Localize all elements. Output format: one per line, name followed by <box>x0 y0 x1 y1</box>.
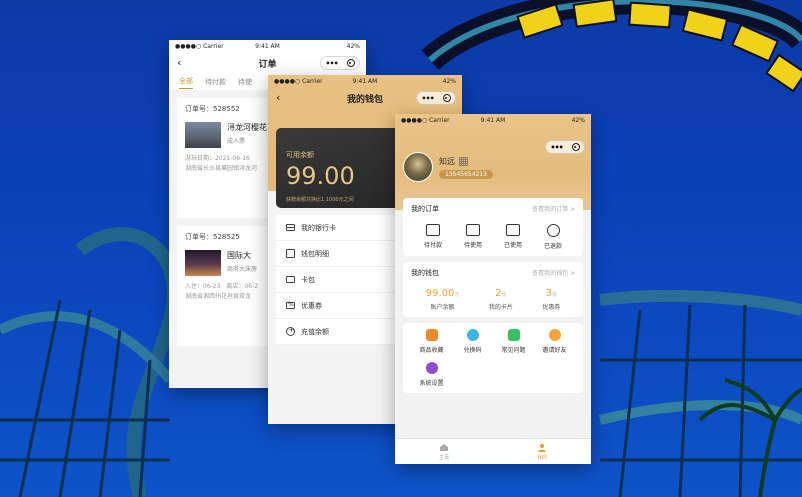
my-wallet-section: 我的钱包 查看我的钱包 > 99.00元 账户余额 2张 我的卡片 3张 优惠券 <box>403 262 583 317</box>
user-name-row: 知远 <box>439 156 468 167</box>
view-orders-link[interactable]: 查看我的订单 > <box>532 204 575 214</box>
stat-label: 账户余额 <box>430 304 455 311</box>
mini-program-capsule[interactable]: ••• <box>545 140 585 154</box>
order-state-refunded[interactable]: 已退款 <box>535 224 571 250</box>
product-type: 商务大床房 <box>227 266 258 273</box>
bank-card-icon <box>286 224 295 231</box>
bag-icon <box>425 329 438 341</box>
stat-cards[interactable]: 2张 我的卡片 <box>489 288 513 311</box>
stat-balance[interactable]: 99.00元账户余额 <box>426 288 460 311</box>
status-bar: ●●●●○ Carrier 9:41 AM 42% <box>169 40 366 52</box>
state-label: 已使用 <box>503 242 522 249</box>
clock: 9:41 AM <box>480 116 506 124</box>
service-settings[interactable]: 系统设置 <box>411 362 452 387</box>
service-label: 常见问题 <box>501 347 526 354</box>
recharge-icon <box>286 326 295 336</box>
ticket-icon <box>466 224 480 236</box>
avatar[interactable] <box>403 152 433 182</box>
profile-screen: ●●●●○ Carrier 9:41 AM 42% ••• 知远 1354565… <box>395 114 591 464</box>
tab-all[interactable]: 全部 <box>179 76 193 89</box>
section-title: 我的订单 <box>411 205 439 213</box>
status-bar: ●●●●○ Carrier 9:41 AM 42% <box>268 75 462 87</box>
close-icon[interactable] <box>571 143 580 151</box>
product-name: 浔龙河樱花 <box>227 123 267 132</box>
menu-label: 充值余额 <box>301 327 329 336</box>
nav-bar: ‹ 我的钱包 ••• <box>268 87 462 109</box>
tab-label: 我的 <box>536 454 547 461</box>
chat-icon <box>507 329 520 341</box>
user-icon <box>537 443 546 452</box>
stat-label: 优惠券 <box>542 304 561 311</box>
view-wallet-link[interactable]: 查看我的钱包 > <box>532 268 575 278</box>
close-icon[interactable] <box>442 94 451 102</box>
mini-program-capsule[interactable]: ••• <box>320 56 360 70</box>
mini-program-capsule[interactable]: ••• <box>416 91 456 105</box>
menu-label: 我的银行卡 <box>301 223 336 232</box>
service-favorites[interactable]: 商品收藏 <box>411 329 452 354</box>
coupon-icon <box>286 301 295 309</box>
tab-label: 主页 <box>438 454 449 461</box>
menu-label: 优惠券 <box>301 301 322 310</box>
order-state-used[interactable]: 已使用 <box>495 224 531 250</box>
stat-unit: 张 <box>551 292 557 298</box>
state-label: 待付款 <box>423 242 442 249</box>
product-type: 成人票 <box>227 138 246 145</box>
redeem-icon <box>466 329 479 341</box>
wallet-icon <box>426 224 440 236</box>
nav-bar: ‹ 订单 ••• <box>169 52 366 74</box>
stat-label: 我的卡片 <box>488 304 513 311</box>
card-bag-icon <box>286 276 295 283</box>
section-title: 我的钱包 <box>411 269 439 277</box>
service-faq[interactable]: 常见问题 <box>493 329 534 354</box>
more-icon[interactable]: ••• <box>550 143 563 152</box>
services-section: 商品收藏 兑换码 常见问题 邀请好友 系统设置 <box>403 323 583 393</box>
user-phone: 13545654213 <box>439 170 493 179</box>
tab-bar: 主页 我的 <box>395 438 591 464</box>
tab-mine[interactable]: 我的 <box>537 443 547 461</box>
product-thumbnail <box>185 122 221 148</box>
more-icon[interactable]: ••• <box>421 94 434 103</box>
yen-icon <box>546 224 560 237</box>
state-label: 待使用 <box>463 242 482 249</box>
more-icon[interactable]: ••• <box>325 59 338 68</box>
tab-home[interactable]: 主页 <box>439 443 449 461</box>
product-name: 国际大 <box>227 251 251 260</box>
qr-code-icon[interactable] <box>459 157 468 166</box>
my-orders-section: 我的订单 查看我的订单 > 待付款 待使用 已使用 已退款 <box>403 198 583 256</box>
back-icon[interactable]: ‹ <box>276 91 280 104</box>
stat-unit: 元 <box>454 292 460 298</box>
service-label: 系统设置 <box>419 380 444 387</box>
user-add-icon <box>548 329 561 341</box>
menu-label: 钱包明细 <box>301 249 329 258</box>
service-label: 邀请好友 <box>542 347 567 354</box>
close-icon[interactable] <box>346 59 355 67</box>
state-label: 已退款 <box>543 243 562 250</box>
service-redeem-code[interactable]: 兑换码 <box>452 329 493 354</box>
clock: 9:41 AM <box>255 42 280 50</box>
service-label: 商品收藏 <box>419 347 444 354</box>
home-icon <box>439 443 448 451</box>
menu-label: 卡包 <box>301 275 315 284</box>
tab-pending-payment[interactable]: 待付款 <box>205 77 226 87</box>
user-name: 知远 <box>439 157 455 166</box>
tab-pending-use[interactable]: 待使 <box>238 77 252 87</box>
status-bar: ●●●●○ Carrier 9:41 AM 42% <box>395 114 591 126</box>
back-icon[interactable]: ‹ <box>177 56 181 69</box>
service-invite-friends[interactable]: 邀请好友 <box>534 329 575 354</box>
page-title: 我的钱包 <box>346 94 383 105</box>
gear-icon <box>425 362 438 374</box>
clock: 9:41 AM <box>352 77 378 85</box>
service-label: 兑换码 <box>463 347 482 354</box>
order-state-pending-use[interactable]: 待使用 <box>455 224 491 250</box>
product-thumbnail <box>185 250 221 276</box>
stat-unit: 张 <box>501 292 507 298</box>
order-state-pending-payment[interactable]: 待付款 <box>415 224 451 250</box>
stat-value: 99.00 <box>425 288 455 299</box>
envelope-icon <box>506 224 520 236</box>
page-title: 订单 <box>258 59 277 70</box>
stat-coupons[interactable]: 3张 优惠券 <box>542 288 560 311</box>
wallet-icon <box>286 249 295 258</box>
